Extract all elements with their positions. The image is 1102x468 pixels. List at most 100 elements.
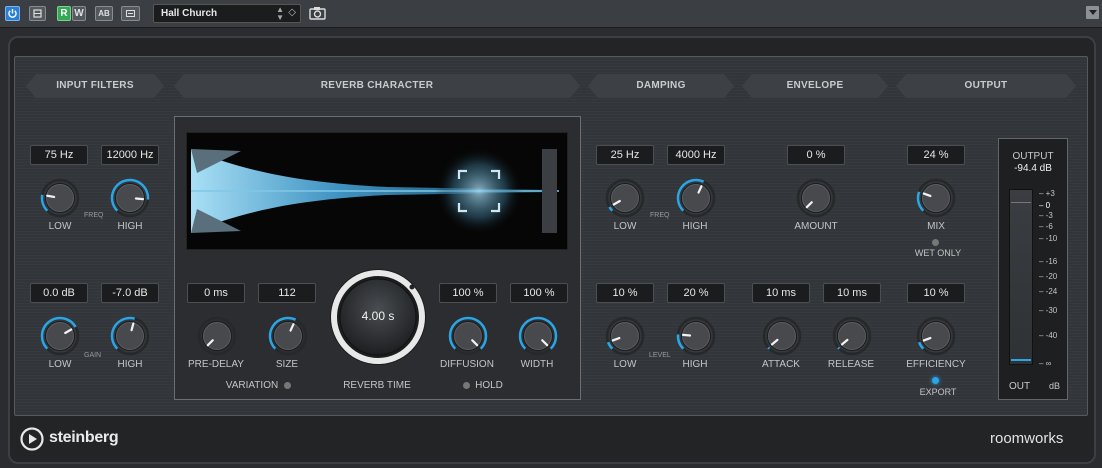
preset-selector[interactable]: Hall Church ▲ ▼ ◇ (153, 4, 301, 23)
settings-icon (126, 10, 135, 17)
efficiency-knob[interactable] (916, 316, 956, 356)
bypass-button[interactable] (29, 6, 46, 21)
damping-level-label: LEVEL (649, 352, 671, 359)
reverb-time-knob[interactable]: 4.00 s (328, 267, 428, 367)
input-freq-low-knob[interactable] (40, 178, 80, 218)
diffusion-knob[interactable] (448, 316, 488, 356)
input-freq-high-knob[interactable] (110, 178, 150, 218)
diffusion-label: DIFFUSION (440, 359, 494, 370)
damping-freq-label: FREQ (650, 212, 670, 219)
chevron-down-icon[interactable] (1086, 6, 1099, 19)
export-label: EXPORT (919, 387, 957, 397)
section-reverb-character: REVERB CHARACTER (174, 74, 580, 98)
input-gain-high-value[interactable]: -7.0 dB (101, 283, 159, 303)
write-automation-button[interactable]: W (72, 6, 86, 21)
handle-glow (435, 147, 523, 235)
meter-scale-tick: – ∞ (1039, 359, 1052, 368)
display-level-bar (542, 149, 557, 233)
meter-scale-tick: – -6 (1039, 222, 1053, 231)
damping-level-low-value[interactable]: 10 % (596, 283, 654, 303)
input-freq-high-value[interactable]: 12000 Hz (101, 145, 159, 165)
meter-out-label: OUT (1009, 381, 1031, 392)
wet-only-label: WET ONLY (914, 248, 962, 258)
meter-bar (1009, 189, 1033, 365)
width-value[interactable]: 100 % (510, 283, 568, 303)
damping-freq-high-knob[interactable] (676, 178, 716, 218)
variation-led[interactable] (284, 382, 291, 389)
size-value[interactable]: 112 (258, 283, 316, 303)
attack-knob[interactable] (762, 316, 802, 356)
meter-db-label: dB (1049, 381, 1061, 391)
output-meter: OUTPUT -94.4 dB – +3 – 0– -3 – -6 – -10 – -1… (998, 138, 1068, 400)
play-logo-icon (20, 427, 44, 451)
attack-label: ATTACK (762, 359, 800, 370)
section-output: OUTPUT (896, 74, 1076, 98)
release-value[interactable]: 10 ms (823, 283, 881, 303)
reverb-time-value: 4.00 s (361, 309, 395, 323)
damping-level-high-knob[interactable] (676, 316, 716, 356)
meter-scale-tick: – +3 (1039, 189, 1055, 198)
amount-label: AMOUNT (794, 221, 838, 232)
attack-value[interactable]: 10 ms (752, 283, 810, 303)
meter-scale-tick: – -30 (1039, 306, 1058, 315)
efficiency-label: EFFICIENCY (906, 359, 966, 370)
mix-label: MIX (927, 221, 945, 232)
release-knob[interactable] (832, 316, 872, 356)
pre-delay-knob[interactable] (197, 316, 237, 356)
damping-freq-low-value[interactable]: 25 Hz (596, 145, 654, 165)
wet-only-led[interactable] (932, 239, 939, 246)
amount-knob[interactable] (796, 178, 836, 218)
output-meter-title: OUTPUT (1012, 151, 1054, 162)
input-gain-low-value[interactable]: 0.0 dB (30, 283, 88, 303)
damping-freq-high-value[interactable]: 4000 Hz (667, 145, 725, 165)
width-label: WIDTH (520, 359, 554, 370)
diffusion-value[interactable]: 100 % (439, 283, 497, 303)
power-icon (8, 9, 17, 18)
section-damping: DAMPING (588, 74, 734, 98)
input-freq-low-value[interactable]: 75 Hz (30, 145, 88, 165)
input-freq-high-label: HIGH (117, 221, 143, 232)
efficiency-value[interactable]: 10 % (907, 283, 965, 303)
damping-level-low-knob[interactable] (605, 316, 645, 356)
meter-scale-tick: – -16 (1039, 257, 1058, 266)
size-knob[interactable] (268, 316, 308, 356)
power-button[interactable] (5, 6, 20, 21)
section-input-filters: INPUT FILTERS (26, 74, 164, 98)
release-label: RELEASE (827, 359, 875, 370)
variation-label: VARIATION (225, 380, 279, 391)
size-label: SIZE (275, 359, 299, 370)
mix-knob[interactable] (916, 178, 956, 218)
amount-value[interactable]: 0 % (787, 145, 845, 165)
damping-freq-high-label: HIGH (682, 221, 708, 232)
section-envelope: ENVELOPE (742, 74, 888, 98)
damping-level-high-value[interactable]: 20 % (667, 283, 725, 303)
damping-freq-low-knob[interactable] (605, 178, 645, 218)
input-freq-low-label: LOW (48, 221, 72, 232)
meter-scale-tick: – -20 (1039, 272, 1058, 281)
camera-icon[interactable] (309, 6, 326, 20)
decay-graph (191, 147, 559, 235)
input-gain-low-knob[interactable] (40, 316, 80, 356)
brand-name: steinberg (49, 429, 119, 446)
reverb-decay-display[interactable] (186, 132, 568, 250)
bypass-icon (33, 9, 42, 18)
preset-updown-icon[interactable]: ▲ ▼ (276, 6, 284, 22)
width-knob[interactable] (518, 316, 558, 356)
hold-label: HOLD (475, 380, 503, 391)
mix-value[interactable]: 24 % (907, 145, 965, 165)
damping-level-high-label: HIGH (682, 359, 708, 370)
settings-button[interactable] (121, 6, 140, 21)
meter-scale-tick: – -40 (1039, 331, 1058, 340)
input-gain-label: GAIN (84, 352, 102, 359)
read-automation-button[interactable]: R (57, 6, 71, 21)
damping-level-low-label: LOW (613, 359, 637, 370)
input-freq-label: FREQ (84, 212, 104, 219)
plugin-toolbar: R W AB Hall Church ▲ ▼ ◇ (0, 0, 1102, 28)
pre-delay-value[interactable]: 0 ms (187, 283, 245, 303)
meter-scale-tick: – -24 (1039, 287, 1058, 296)
meter-scale-tick: – -10 (1039, 234, 1058, 243)
export-led[interactable] (932, 377, 939, 384)
preset-menu-icon[interactable]: ◇ (288, 7, 296, 18)
ab-compare-button[interactable]: AB (95, 6, 113, 21)
input-gain-high-knob[interactable] (110, 316, 150, 356)
